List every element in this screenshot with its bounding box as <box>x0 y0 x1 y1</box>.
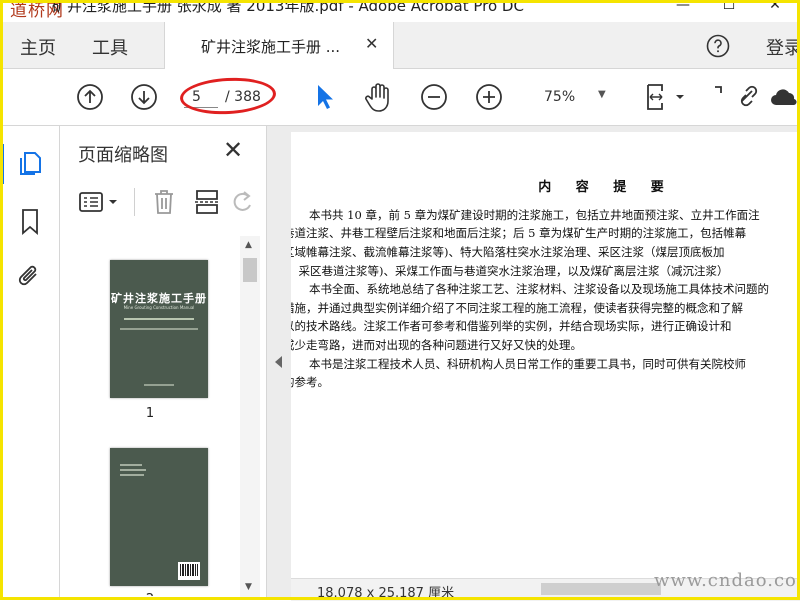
tab-tools[interactable]: 工具 <box>92 34 128 60</box>
paragraph-line: 的参考。 <box>291 375 329 389</box>
page-heading: 内 容 提 要 <box>538 180 674 195</box>
page-size: 18.078 x 25.187 厘米 <box>317 586 455 601</box>
minimize-button[interactable]: — <box>660 0 706 21</box>
rail-active-indicator <box>0 144 4 184</box>
pdf-page: 内 容 提 要 本书共 10 章，前 5 章为煤矿建设时期的注浆施工，包括立井地… <box>291 132 800 578</box>
left-tool-rail <box>0 126 60 600</box>
bookmark-icon[interactable] <box>20 208 40 236</box>
tab-home[interactable]: 主页 <box>20 34 56 60</box>
zoom-out-icon[interactable] <box>420 83 448 111</box>
back-cover-text-line <box>120 464 142 466</box>
cloud-upload-icon[interactable] <box>770 85 800 109</box>
back-cover-text-line <box>120 469 146 471</box>
page-thumbnail-1[interactable]: 矿井注浆施工手册 Mine Grouting Construction Manu… <box>110 260 208 398</box>
close-window-button[interactable]: ✕ <box>752 0 798 21</box>
zoom-dropdown[interactable]: 75% ▼ <box>532 85 614 109</box>
tab-document-label: 矿井注浆施工手册 ... <box>201 38 341 56</box>
barcode <box>178 562 200 580</box>
panel-title: 页面缩略图 <box>78 145 168 166</box>
maximize-button[interactable]: ☐ <box>706 0 752 21</box>
cover-publisher-line <box>144 384 174 386</box>
paragraph-line: 或少走弯路，进而对出现的各种问题进行又好又快的处理。 <box>291 338 582 352</box>
paragraph-line: 本书共 10 章，前 5 章为煤矿建设时期的注浆施工，包括立井地面预注浆、立井工… <box>309 208 760 222</box>
previous-page-icon[interactable] <box>76 83 104 111</box>
share-link-icon[interactable] <box>734 81 768 111</box>
cover-rule <box>124 318 194 320</box>
thumbnail-number: 1 <box>145 406 155 421</box>
page-thumbnail-2[interactable] <box>110 448 208 586</box>
paragraph-line: 措施，并通过典型实例详细介绍了不同注浆工程的施工流程，使读者获得完整的概念和了解 <box>291 301 743 315</box>
page-thumbnails-icon[interactable] <box>17 150 43 178</box>
scroll-up-icon[interactable]: ▲ <box>245 240 252 250</box>
help-icon[interactable] <box>706 34 730 58</box>
more-tools-icon[interactable] <box>712 83 726 107</box>
scroll-down-icon[interactable]: ▼ <box>245 582 252 592</box>
sign-in-button[interactable]: 登录 <box>766 34 800 60</box>
delete-page-icon[interactable] <box>152 188 176 216</box>
thumbnail-list: 矿井注浆施工手册 Mine Grouting Construction Manu… <box>60 236 240 596</box>
panel-toolbar <box>60 178 266 228</box>
annotation-ellipse <box>179 75 277 117</box>
next-page-icon[interactable] <box>130 83 158 111</box>
toolbar-divider <box>134 188 135 216</box>
window-title: 矿井注浆施工手册 张永成 著 2013年版.pdf - Adobe Acroba… <box>52 0 524 15</box>
thumbnails-panel: 页面缩略图 ✕ 矿井注浆施工手册 Mine Grouting Construct… <box>60 126 267 600</box>
rotate-page-icon[interactable] <box>232 190 254 216</box>
back-cover-text-line <box>120 474 144 476</box>
hand-tool-icon[interactable] <box>364 81 394 113</box>
paragraph-line: 本书全面、系统地总结了各种注浆工艺、注浆材料、注浆设备以及现场施工具体技术问题的 <box>309 282 769 296</box>
title-bar: 道桥网 矿井注浆施工手册 张永成 著 2013年版.pdf - Adobe Ac… <box>0 0 800 22</box>
paragraph-line: 区域帷幕注浆、截流帷幕注浆等)、特大陷落柱突水注浆治理、采区注浆（煤层顶底板加 <box>291 245 725 259</box>
zoom-value: 75% <box>544 89 576 105</box>
paragraph-line: 以的技术路线。注浆工作者可参考和借鉴列举的实例，并结合现场实际，进行正确设计和 <box>291 319 732 333</box>
cover-subtitle: Mine Grouting Construction Manual <box>123 305 195 310</box>
horizontal-scrollbar-thumb[interactable] <box>541 583 661 595</box>
toolbar: / 388 75% ▼ <box>0 69 800 126</box>
tab-bar: 主页 工具 矿井注浆施工手册 ... ✕ 登录 <box>0 22 800 69</box>
thumbnail-number: 2 <box>60 592 240 596</box>
thumbnail-scrollbar[interactable]: ▲ ▼ <box>240 236 260 598</box>
thumbnail-options-icon[interactable] <box>78 190 122 214</box>
zoom-in-icon[interactable] <box>475 83 503 111</box>
page-fit-icon[interactable] <box>644 81 688 113</box>
paragraph-line: 巷道注浆、井巷工程壁后注浆和地面后注浆；后 5 章为煤矿生产时期的注浆施工，包括… <box>291 226 747 240</box>
chevron-down-icon: ▼ <box>598 89 606 100</box>
close-panel-button[interactable]: ✕ <box>223 136 243 164</box>
paragraph-line: 、采区巷道注浆等)、采煤工作面与巷道突水注浆治理，以及煤矿离层注浆（减沉注浆） <box>291 264 729 278</box>
cover-title: 矿井注浆施工手册 <box>111 292 207 305</box>
close-tab-button[interactable]: ✕ <box>365 34 378 53</box>
tab-document[interactable]: 矿井注浆施工手册 ... ✕ <box>164 22 394 69</box>
cover-author-line <box>120 328 198 330</box>
attachment-icon[interactable] <box>16 262 44 292</box>
watermark: www.cndao.com <box>654 570 800 591</box>
select-tool-icon[interactable] <box>314 83 336 111</box>
collapse-panel-icon[interactable] <box>275 356 282 368</box>
scrollbar-thumb[interactable] <box>243 258 257 282</box>
paragraph-line: 本书是注浆工程技术人员、科研机构人员日常工作的重要工具书，同时可供有关院校师 <box>309 357 746 371</box>
document-view: 内 容 提 要 本书共 10 章，前 5 章为煤矿建设时期的注浆施工，包括立井地… <box>267 126 800 601</box>
extract-page-icon[interactable] <box>194 188 220 216</box>
